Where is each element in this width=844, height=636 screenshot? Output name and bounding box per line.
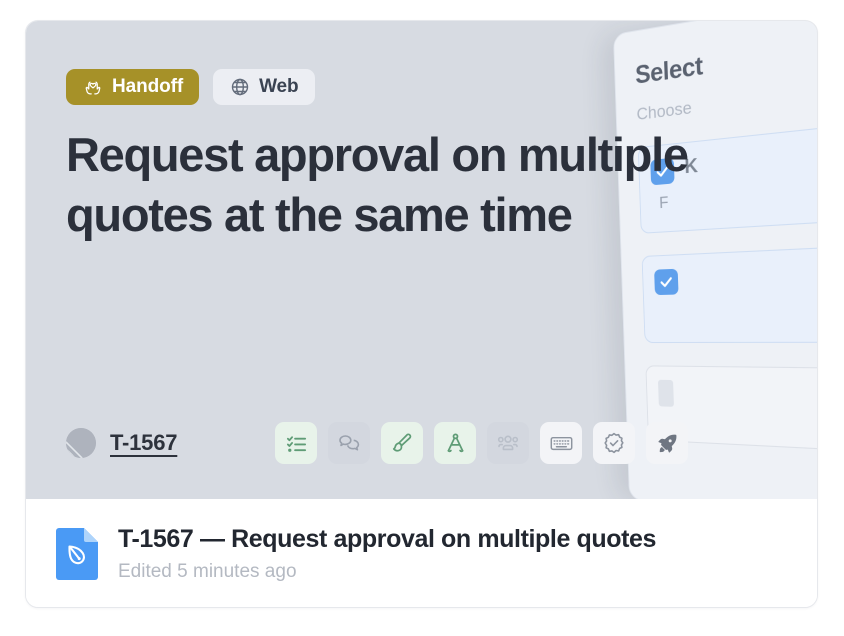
compass-icon[interactable] bbox=[434, 422, 477, 464]
preview-title: Request approval on multiple quotes at t… bbox=[66, 128, 689, 241]
hands-heart-icon bbox=[82, 77, 103, 98]
placeholder-bar bbox=[657, 379, 674, 407]
footer-subtitle: Edited 5 minutes ago bbox=[118, 560, 297, 582]
side-panel-title: Select bbox=[634, 51, 704, 90]
users-icon[interactable] bbox=[487, 422, 530, 464]
keyboard-icon[interactable] bbox=[540, 422, 583, 464]
ticket-id-link[interactable]: T-1567 bbox=[110, 430, 177, 456]
globe-icon bbox=[229, 77, 250, 98]
badge-web-label: Web bbox=[259, 76, 299, 97]
screen: Select Choose K F Handoff Web Request ap… bbox=[0, 0, 844, 636]
document-preview-card[interactable]: Select Choose K F Handoff Web Request ap… bbox=[25, 20, 818, 608]
footer-title: T-1567 — Request approval on multiple qu… bbox=[118, 524, 657, 553]
badge-web[interactable]: Web bbox=[213, 69, 315, 105]
checklist-icon[interactable] bbox=[275, 422, 318, 464]
badge-row: Handoff Web bbox=[66, 69, 315, 105]
verified-badge-icon[interactable] bbox=[593, 422, 636, 464]
rocket-icon[interactable] bbox=[646, 422, 689, 464]
paintbrush-icon[interactable] bbox=[381, 422, 424, 464]
comments-icon[interactable] bbox=[328, 422, 371, 464]
badge-handoff-label: Handoff bbox=[112, 76, 184, 97]
side-panel-option[interactable] bbox=[641, 246, 817, 344]
footer-text-block: T-1567 — Request approval on multiple qu… bbox=[118, 525, 656, 583]
preview-canvas: Select Choose K F Handoff Web Request ap… bbox=[26, 21, 817, 499]
card-footer[interactable]: T-1567 — Request approval on multiple qu… bbox=[26, 499, 817, 607]
tool-row bbox=[275, 422, 689, 464]
ticket-chip[interactable]: T-1567 bbox=[66, 428, 177, 458]
blue-document-pen-icon bbox=[56, 527, 98, 580]
checkbox-checked-icon[interactable] bbox=[654, 268, 679, 296]
preview-footer-bar: T-1567 bbox=[66, 421, 791, 465]
badge-handoff[interactable]: Handoff bbox=[66, 69, 200, 105]
hatched-circle-avatar bbox=[66, 428, 96, 458]
